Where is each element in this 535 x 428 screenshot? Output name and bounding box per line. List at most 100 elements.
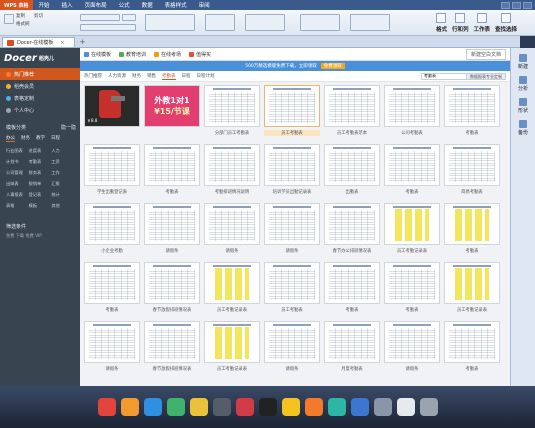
- category-link[interactable]: 公司管理: [6, 170, 29, 176]
- template-card[interactable]: ￥8.8: [84, 85, 140, 138]
- template-card[interactable]: 员工考勤表: [264, 262, 320, 315]
- align-group[interactable]: [145, 14, 195, 31]
- find-select-group[interactable]: 查找选择: [495, 13, 517, 33]
- category-link[interactable]: 统计: [51, 192, 74, 198]
- category-link[interactable]: 考勤表: [29, 159, 52, 165]
- category-link[interactable]: 报销单: [29, 181, 52, 187]
- category-link[interactable]: 登记表: [29, 192, 52, 198]
- dock-app-orange-icon[interactable]: [120, 398, 139, 416]
- template-card[interactable]: 请假条: [384, 321, 440, 374]
- template-card[interactable]: 培训学员出勤记录表: [264, 144, 320, 197]
- format-group[interactable]: 格式: [436, 13, 447, 33]
- menu-start[interactable]: 开始: [33, 1, 56, 9]
- template-card[interactable]: 请假条: [144, 203, 200, 256]
- sidebar-item-account[interactable]: 个人中心: [0, 104, 80, 116]
- font-size-select[interactable]: [122, 14, 136, 21]
- template-card[interactable]: 公司考勤表: [384, 85, 440, 138]
- dock-app-blue-icon[interactable]: [143, 398, 162, 416]
- filter-option[interactable]: 免费: [6, 233, 14, 238]
- conditional-format-group[interactable]: [300, 14, 340, 31]
- custom-report-button[interactable]: 数据报表专业定制: [467, 72, 506, 80]
- dock-app-gray-icon[interactable]: [373, 398, 392, 416]
- dock-app-white-icon[interactable]: [396, 398, 415, 416]
- template-card[interactable]: 请假条: [264, 321, 320, 374]
- category-link[interactable]: 财务表: [29, 170, 52, 176]
- category-tab-office[interactable]: 办公: [6, 135, 15, 142]
- filter-tab-attendance[interactable]: 考勤表: [162, 73, 176, 80]
- row-col-group[interactable]: 行和列: [452, 13, 468, 33]
- menu-page-layout[interactable]: 页面布局: [79, 1, 113, 9]
- font-name-select[interactable]: [80, 14, 120, 21]
- copy-button[interactable]: 复制: [16, 13, 25, 19]
- filter-option[interactable]: VIP: [35, 233, 42, 238]
- merge-group[interactable]: [205, 14, 235, 31]
- close-button[interactable]: [523, 1, 532, 9]
- category-toggle[interactable]: 隐一隐: [61, 124, 76, 131]
- category-link[interactable]: 汇报: [51, 181, 74, 187]
- menu-review[interactable]: 审阅: [193, 1, 216, 9]
- online-templates-link[interactable]: 在线模板: [84, 51, 111, 58]
- dock-app-chrome-icon[interactable]: [189, 398, 208, 416]
- category-link[interactable]: 工资: [51, 159, 74, 165]
- template-card[interactable]: 请假条: [264, 203, 320, 256]
- menu-table-style[interactable]: 表格样式: [159, 1, 193, 9]
- template-card[interactable]: 员工考勤记录表: [384, 203, 440, 256]
- dock-app-green-icon[interactable]: [166, 398, 185, 416]
- dock-app-red2-icon[interactable]: [235, 398, 254, 416]
- template-card[interactable]: 简易考勤表: [444, 144, 500, 197]
- filter-tab-hot[interactable]: 热门推荐: [84, 73, 102, 79]
- category-link[interactable]: 人力: [51, 148, 74, 154]
- sidebar-item-custom[interactable]: 表格定制: [0, 92, 80, 104]
- category-tab-schedule[interactable]: 日程: [51, 135, 60, 142]
- template-card[interactable]: 员工考勤记录表: [204, 262, 260, 315]
- filter-tab-schedule[interactable]: 日程: [182, 73, 191, 79]
- number-format-group[interactable]: [245, 14, 285, 31]
- category-tab-teaching[interactable]: 教学: [36, 135, 45, 142]
- worksheet-group[interactable]: 工作表: [473, 13, 490, 33]
- filter-option[interactable]: 下载: [16, 233, 24, 238]
- template-card[interactable]: 请假条: [204, 203, 260, 256]
- tab-docer-templates[interactable]: Docer-在线模板 ×: [2, 37, 76, 47]
- education-link[interactable]: 教育培训: [119, 51, 146, 58]
- sidebar-item-vip[interactable]: 稻壳会员: [0, 80, 80, 92]
- banner-claim-button[interactable]: 免费领取: [320, 63, 345, 69]
- filter-tab-sales[interactable]: 销售: [147, 73, 156, 79]
- template-card[interactable]: 考勤排班情况说明: [204, 144, 260, 197]
- panel-shape[interactable]: 形状: [518, 98, 528, 114]
- font-style-group[interactable]: [80, 24, 136, 31]
- template-card[interactable]: 出勤表: [324, 144, 380, 197]
- filter-tab-finance[interactable]: 财务: [132, 73, 141, 79]
- template-card[interactable]: 员工考勤记录表: [444, 262, 500, 315]
- category-tab-finance[interactable]: 财务: [21, 135, 30, 142]
- wps-app-button[interactable]: WPS 表格: [0, 0, 33, 10]
- template-card[interactable]: 请假条: [84, 321, 140, 374]
- dock-app-dark-icon[interactable]: [212, 398, 231, 416]
- dock-app-blue2-icon[interactable]: [350, 398, 369, 416]
- search-input[interactable]: [421, 72, 467, 80]
- dock-app-red-icon[interactable]: [97, 398, 116, 416]
- paste-icon[interactable]: [4, 14, 14, 24]
- panel-backup[interactable]: 备份: [518, 120, 528, 136]
- category-link[interactable]: 计划书: [6, 159, 29, 165]
- template-card[interactable]: 考勤表: [384, 144, 440, 197]
- new-tab-button[interactable]: +: [75, 37, 89, 47]
- category-link[interactable]: 出纳表: [6, 181, 29, 187]
- category-link[interactable]: 人事报表: [6, 192, 29, 198]
- category-link[interactable]: 进度表: [29, 148, 52, 154]
- tab-close-icon[interactable]: ×: [60, 40, 64, 46]
- panel-analyze[interactable]: 分析: [518, 76, 528, 92]
- filter-tab-plan[interactable]: 日程计划: [197, 73, 215, 79]
- template-card[interactable]: 员工考勤表: [264, 85, 320, 138]
- maximize-button[interactable]: [512, 1, 521, 9]
- dock-app-black-icon[interactable]: [258, 398, 277, 416]
- template-card[interactable]: 分部门员工考勤表: [204, 85, 260, 138]
- dock-app-teal-icon[interactable]: [327, 398, 346, 416]
- panel-new[interactable]: 新建: [518, 54, 528, 70]
- template-card[interactable]: 考勤表: [84, 262, 140, 315]
- sidebar-item-hot[interactable]: 热门推荐: [0, 68, 80, 80]
- category-link[interactable]: 工作: [51, 170, 74, 176]
- template-card[interactable]: 员工考勤记录表: [204, 321, 260, 374]
- menu-data[interactable]: 数据: [136, 1, 159, 9]
- category-link[interactable]: 其他: [51, 203, 74, 209]
- template-card[interactable]: 春节办公排班情况表: [324, 203, 380, 256]
